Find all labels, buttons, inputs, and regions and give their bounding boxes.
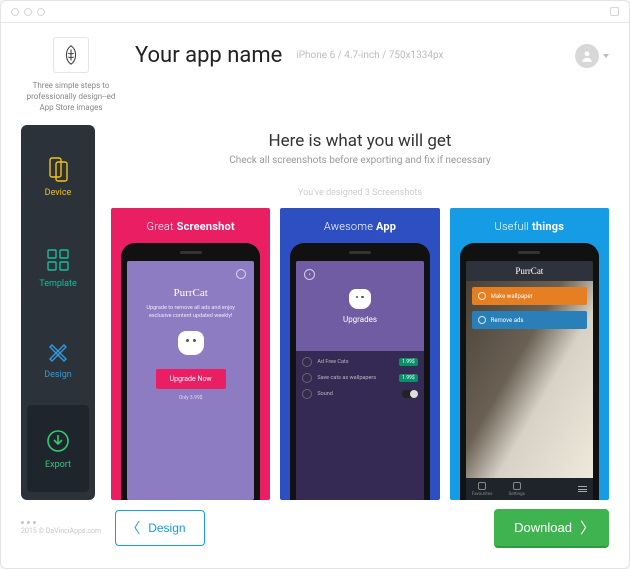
step-sidebar: Device Template [21, 125, 95, 500]
content-headline: Here is what you will get [269, 131, 452, 151]
phone-mockup: PurrCat Upgrade to remove all ads and en… [121, 243, 260, 500]
template-icon [44, 246, 72, 274]
logo-icon [53, 37, 89, 73]
download-button[interactable]: Download 〉 [494, 509, 609, 548]
copyright-text: 2015 © DaVinciApps.com [21, 527, 101, 535]
wallpaper-icon [478, 292, 486, 300]
close-dot[interactable] [11, 8, 19, 16]
content-subline: Check all screenshots before exporting a… [229, 155, 491, 166]
action-pill: Remove ads [472, 311, 587, 329]
remove-icon [478, 316, 486, 324]
sidebar-item-label: Template [39, 279, 76, 289]
list-item: Ad Free Cats1.99$ [302, 357, 417, 367]
mock-title: Upgrades [343, 315, 377, 324]
sidebar-item-label: Device [45, 188, 72, 198]
footer-bar: 2015 © DaVinciApps.com 〈 Design Download… [21, 500, 609, 556]
avatar-icon [575, 44, 599, 68]
content-area: Here is what you will get Check all scre… [111, 125, 609, 500]
screenshot-card[interactable]: Usefull things PurrCat Make wallpaper Re… [450, 208, 609, 500]
mock-brand: PurrCat [174, 287, 208, 299]
zoom-dot[interactable] [37, 8, 45, 16]
screenshot-caption: Usefull things [495, 220, 565, 233]
menu-icon [578, 486, 587, 492]
sidebar-item-template[interactable]: Template [27, 224, 89, 311]
screenshot-caption: Awesome App [324, 220, 396, 233]
app-body: Three simple steps to professionally des… [1, 23, 629, 568]
list-item: Save cats as wallpapers1.99$ [302, 373, 417, 383]
fullscreen-icon[interactable] [610, 7, 619, 16]
ghost-icon [349, 289, 371, 309]
sidebar-item-design[interactable]: Design [27, 315, 89, 402]
sidebar-item-label: Export [45, 460, 71, 470]
tab-favourites: Favourites [472, 482, 493, 497]
upgrade-button: Upgrade Now [156, 369, 226, 389]
header-row: Three simple steps to professionally des… [21, 37, 609, 113]
brand-tagline: Three simple steps to professionally des… [21, 81, 121, 113]
close-icon [236, 269, 246, 279]
phone-mockup: PurrCat Make wallpaper Remove ads Favour… [460, 243, 599, 500]
screenshot-row: Great Screenshot PurrCat Upgrade to remo… [111, 208, 609, 500]
mock-description: Upgrade to remove all ads and enjoy excl… [127, 305, 254, 320]
download-button-label: Download [514, 520, 572, 535]
minimize-dot[interactable] [24, 8, 32, 16]
header-main: Your app name iPhone 6 / 4.7-inch / 750x… [121, 37, 609, 68]
sidebar-item-device[interactable]: Device [27, 133, 89, 220]
list-item: Sound [302, 389, 417, 399]
mock-brand: PurrCat [466, 261, 593, 281]
back-button[interactable]: 〈 Design [115, 510, 204, 546]
device-spec-text: iPhone 6 / 4.7-inch / 750x1334px [296, 50, 443, 61]
device-icon [44, 155, 72, 183]
sidebar-item-export[interactable]: Export [27, 405, 89, 492]
back-button-label: Design [148, 521, 185, 535]
tab-settings: Settings [508, 482, 524, 497]
export-icon [44, 427, 72, 455]
action-pill: Make wallpaper [472, 287, 587, 305]
mac-titlebar [1, 1, 629, 23]
account-menu[interactable] [575, 44, 609, 68]
ghost-icon [178, 331, 204, 355]
screenshot-count: You've designed 3 Screenshots [298, 188, 422, 198]
more-icon[interactable] [21, 521, 36, 524]
back-icon: ‹ [304, 269, 315, 280]
price-text: Only 3.99$ [179, 395, 203, 401]
screenshot-caption: Great Screenshot [146, 220, 234, 233]
window-controls[interactable] [11, 8, 45, 16]
toggle-icon [402, 390, 418, 398]
app-name-title: Your app name [135, 43, 282, 68]
app-window: Three simple steps to professionally des… [0, 0, 630, 569]
main-row: Device Template [21, 125, 609, 500]
screenshot-card[interactable]: Great Screenshot PurrCat Upgrade to remo… [111, 208, 270, 500]
chevron-right-icon: 〉 [580, 517, 595, 538]
mock-tabbar: Favourites Settings [466, 478, 593, 500]
phone-mockup: ‹ Upgrades Ad Free Cats1.99$ Save cats a… [290, 243, 429, 500]
chevron-left-icon: 〈 [126, 518, 140, 538]
design-icon [44, 337, 72, 365]
sidebar-item-label: Design [44, 370, 72, 380]
footer-left: 2015 © DaVinciApps.com [21, 521, 101, 535]
screenshot-card[interactable]: Awesome App ‹ Upgrades Ad Free Cats [280, 208, 439, 500]
chevron-down-icon [603, 54, 609, 58]
brand-column: Three simple steps to professionally des… [21, 37, 121, 113]
